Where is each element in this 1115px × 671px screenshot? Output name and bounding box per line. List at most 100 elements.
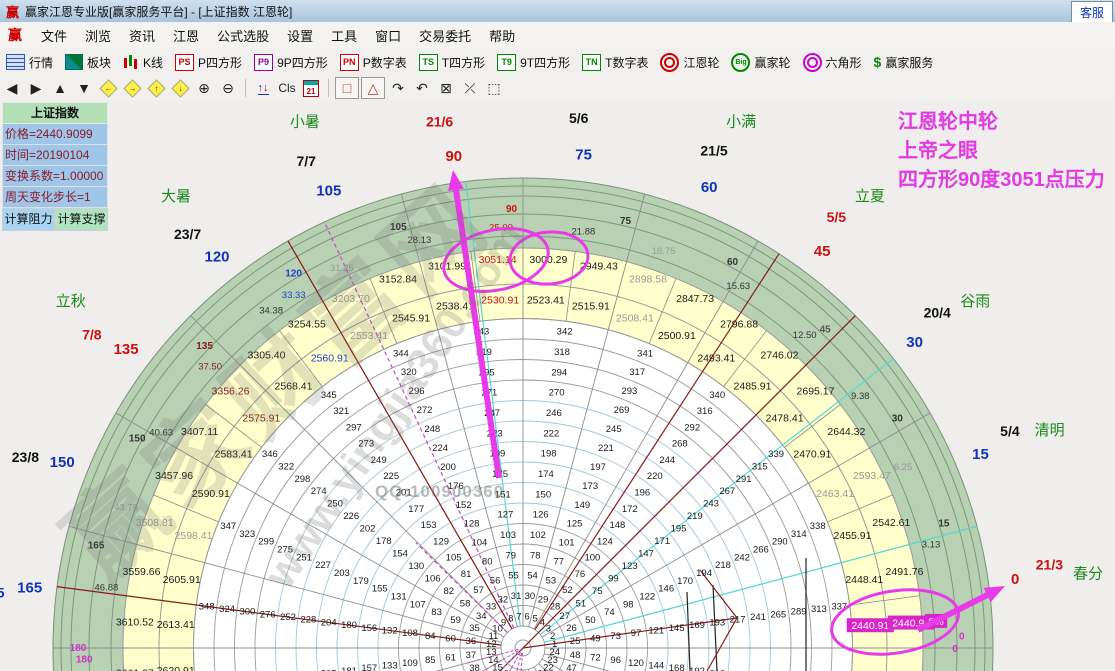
triangle-tool-icon[interactable]: △	[361, 77, 385, 99]
toolbar-9T四方形[interactable]: T99T四方形	[491, 52, 576, 73]
integer-cell: 249	[371, 455, 387, 466]
scatter-icon[interactable]: ⤫	[459, 78, 481, 98]
price-cell: 3356.26	[212, 386, 250, 398]
menu-item-2[interactable]: 资讯	[120, 26, 164, 47]
pan-right-icon[interactable]: →	[121, 78, 143, 98]
toolbar-9P四方形[interactable]: P99P四方形	[248, 52, 334, 73]
price-cell: 2478.41	[766, 413, 804, 425]
toolbar-T四方形[interactable]: TST四方形	[413, 52, 491, 73]
integer-cell: 339	[768, 449, 784, 460]
integer-cell: 97	[631, 628, 642, 639]
square-tool-icon[interactable]: □	[335, 77, 359, 99]
zoom-out-icon[interactable]: ⊖	[217, 78, 239, 98]
integer-cell: 219	[687, 511, 703, 522]
degree-label: 135	[196, 341, 213, 352]
integer-cell: 265	[770, 609, 786, 620]
integer-cell: 276	[260, 609, 276, 620]
annotation-line: 四方形90度3051点压力	[898, 166, 1105, 195]
integer-cell: 79	[506, 550, 517, 561]
integer-cell: 5	[533, 613, 538, 624]
price-row: 价格=2440.9099	[2, 124, 108, 145]
integer-cell: 152	[456, 500, 472, 511]
menu-item-9[interactable]: 帮助	[480, 26, 524, 47]
integer-cell: 324	[219, 604, 235, 615]
zoom-in-icon[interactable]: ⊕	[193, 78, 215, 98]
integer-cell: 293	[621, 386, 637, 397]
integer-cell: 218	[715, 560, 731, 571]
integer-cell: 243	[703, 499, 719, 510]
integer-cell: 267	[719, 486, 735, 497]
integer-cell: 321	[333, 406, 349, 417]
toolbar-separator	[245, 79, 246, 97]
integer-cell: 82	[444, 586, 455, 597]
coefficient-row: 变换系数=1.00000	[2, 166, 108, 187]
cls-button[interactable]: Cls	[276, 78, 298, 98]
box-x-icon[interactable]: ⊠	[435, 78, 457, 98]
toolbar-label: T四方形	[442, 54, 485, 71]
integer-cell: 172	[622, 504, 638, 515]
toolbar-T数字表[interactable]: TNT数字表	[576, 52, 654, 73]
menu-item-7[interactable]: 窗口	[366, 26, 410, 47]
pan-down-icon[interactable]: ↓	[169, 78, 191, 98]
integer-cell: 53	[546, 576, 557, 587]
toolbar-江恩轮[interactable]: 江恩轮	[654, 51, 725, 74]
nav-right-icon[interactable]: ▶	[25, 78, 47, 98]
poly-dashed-icon[interactable]: ⬚	[483, 78, 505, 98]
rotate-cw-icon[interactable]: ↷	[387, 78, 409, 98]
integer-cell: 144	[648, 661, 664, 671]
menu-bar: 赢 文件浏览资讯江恩公式选股设置工具窗口交易委托帮助	[0, 22, 1115, 49]
integer-cell: 50	[585, 615, 596, 626]
menu-item-4[interactable]: 公式选股	[208, 26, 278, 47]
solar-term-label: 立夏	[855, 188, 885, 205]
customer-service-button[interactable]: 客服	[1071, 1, 1113, 24]
toolbar-P四方形[interactable]: PSP四方形	[169, 52, 248, 73]
menu-item-3[interactable]: 江恩	[164, 26, 208, 47]
outer-degree-label: 150	[50, 454, 75, 471]
integer-cell: 168	[669, 663, 685, 671]
toolbar-行情[interactable]: 行情	[0, 52, 59, 73]
toolbar-赢家轮[interactable]: Big赢家轮	[725, 51, 796, 74]
menu-item-8[interactable]: 交易委托	[410, 26, 480, 47]
price-cell: 2605.91	[163, 574, 201, 586]
integer-cell: 340	[709, 390, 725, 401]
pan-up-icon[interactable]: ↑	[145, 78, 167, 98]
toolbar-板块[interactable]: 板块	[59, 52, 117, 73]
menu-item-5[interactable]: 设置	[278, 26, 322, 47]
degree-label: 120	[285, 269, 302, 280]
pan-left-icon[interactable]: ←	[97, 78, 119, 98]
integer-cell: 27	[559, 611, 570, 622]
toolbar-label: 赢家轮	[754, 54, 790, 71]
integer-cell: 73	[610, 631, 621, 642]
rotate-ccw-icon[interactable]: ↶	[411, 78, 433, 98]
integer-cell: 221	[598, 443, 614, 454]
date-label: 21/3	[1036, 557, 1063, 573]
toolbar-赢家服务[interactable]: $赢家服务	[868, 52, 940, 73]
integer-cell: 289	[791, 607, 807, 618]
outer-degree-label: 15	[972, 446, 989, 463]
outer-degree-label: 120	[204, 248, 229, 265]
integer-cell: 274	[311, 486, 327, 497]
integer-cell: 106	[425, 574, 441, 585]
nav-left-icon[interactable]: ◀	[1, 78, 23, 98]
calendar-icon[interactable]: 21	[300, 78, 322, 98]
calc-resistance-button[interactable]: 计算阻力	[2, 208, 55, 231]
toolbar-K线[interactable]: K线	[117, 52, 169, 73]
nav-up-icon[interactable]: ▲	[49, 78, 71, 98]
menu-item-6[interactable]: 工具	[322, 26, 366, 47]
integer-cell: 320	[401, 367, 417, 378]
nav-down-icon[interactable]: ▼	[73, 78, 95, 98]
integer-cell: 268	[672, 439, 688, 450]
integer-cell: 76	[575, 569, 586, 580]
menu-item-1[interactable]: 浏览	[76, 26, 120, 47]
integer-cell: 290	[772, 537, 788, 548]
menu-item-0[interactable]: 文件	[32, 26, 76, 47]
axis-icon[interactable]: ↑↓	[252, 78, 274, 98]
integer-cell: 102	[530, 530, 546, 541]
integer-cell: 300	[239, 607, 255, 618]
toolbar-六角形[interactable]: 六角形	[797, 51, 868, 74]
integer-cell: 25	[570, 636, 581, 647]
calc-support-button[interactable]: 计算支撑	[55, 208, 108, 231]
toolbar-P数字表[interactable]: PNP数字表	[334, 52, 413, 73]
price-cell: 3661.37	[116, 667, 154, 671]
toolbar-label: 9P四方形	[277, 54, 328, 71]
